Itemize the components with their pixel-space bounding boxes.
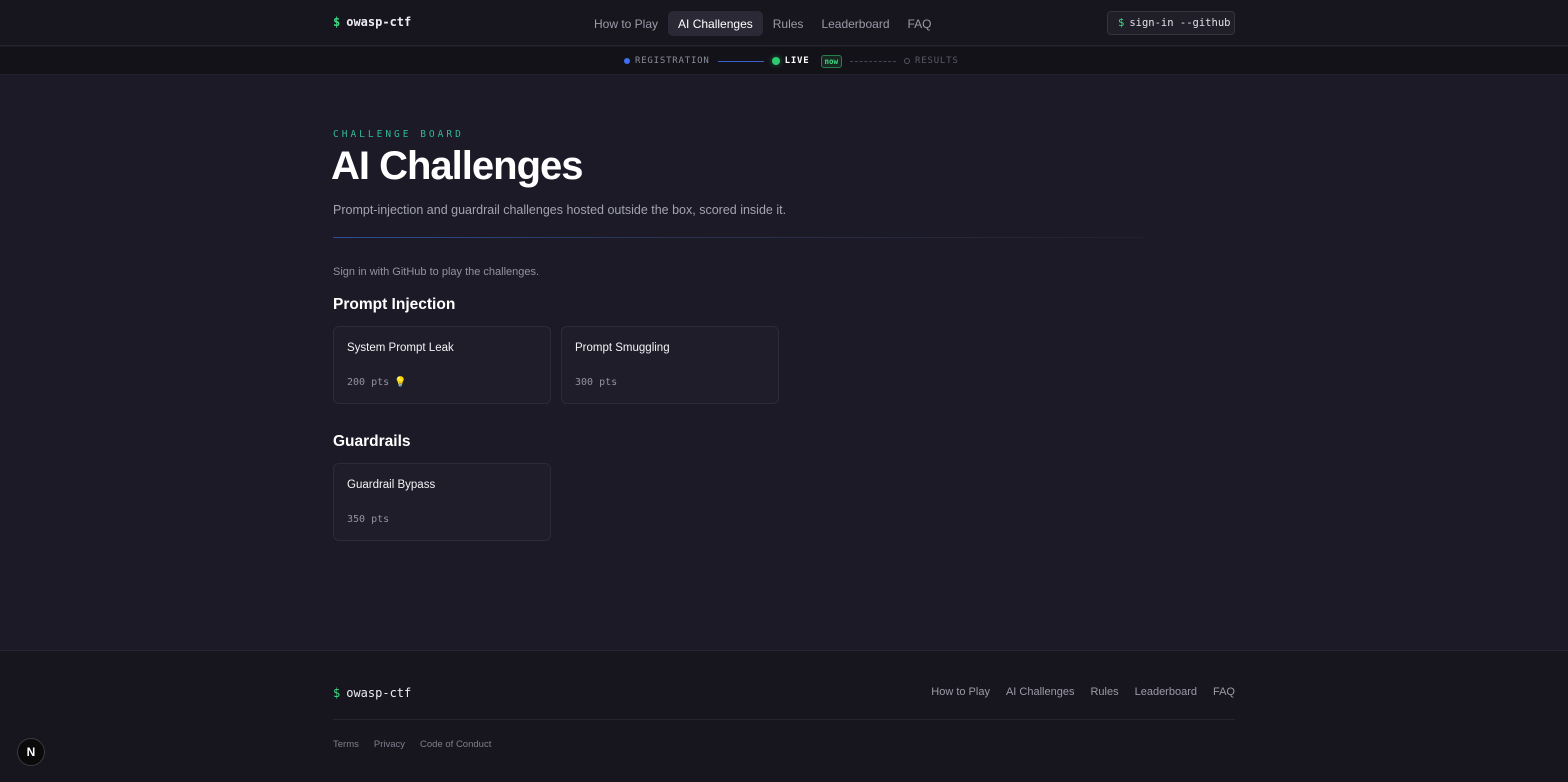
phase-live-label: LIVE xyxy=(784,56,810,66)
challenge-points: 200 pts 💡 xyxy=(347,377,407,388)
phase-live: LIVE now xyxy=(771,54,843,68)
challenge-card-prompt-smuggling[interactable]: Prompt Smuggling 300 pts xyxy=(561,326,779,404)
phase-results: RESULTS xyxy=(904,56,959,66)
signin-prompt-symbol: $ xyxy=(1118,17,1125,29)
phase-registration: REGISTRATION xyxy=(624,56,710,66)
main-nav: How to Play AI Challenges Rules Leaderbo… xyxy=(586,11,940,36)
challenge-title: System Prompt Leak xyxy=(347,342,454,354)
nav-ai-challenges[interactable]: AI Challenges xyxy=(668,11,763,36)
phase-bar: REGISTRATION LIVE now RESULTS xyxy=(0,47,1568,75)
brand-logo[interactable]: $ owasp-ctf xyxy=(333,15,411,29)
signin-label: sign-in --github xyxy=(1129,17,1231,29)
lightbulb-icon: 💡 xyxy=(394,377,407,388)
footer-link-leaderboard[interactable]: Leaderboard xyxy=(1135,686,1197,698)
challenge-points: 300 pts xyxy=(575,377,617,388)
results-dot-icon xyxy=(904,58,911,64)
footer-link-how-to-play[interactable]: How to Play xyxy=(931,686,990,698)
phase-connector-completed xyxy=(717,60,764,62)
registration-dot-icon xyxy=(624,58,630,64)
signin-note: Sign in with GitHub to play the challeng… xyxy=(333,266,540,278)
section-title-prompt-injection: Prompt Injection xyxy=(333,296,456,313)
hero-divider xyxy=(333,237,1143,238)
now-badge: now xyxy=(820,54,843,68)
brand-name: owasp-ctf xyxy=(346,15,412,29)
phase-registration-label: REGISTRATION xyxy=(635,56,710,66)
challenge-card-guardrail-bypass[interactable]: Guardrail Bypass 350 pts xyxy=(333,463,551,541)
nav-leaderboard[interactable]: Leaderboard xyxy=(813,11,897,36)
nav-faq[interactable]: FAQ xyxy=(900,11,940,36)
page-subtitle: Prompt-injection and guardrail challenge… xyxy=(333,203,787,217)
footer-link-terms[interactable]: Terms xyxy=(333,739,359,750)
points-value: 300 pts xyxy=(575,377,618,388)
challenge-points: 350 pts xyxy=(347,514,389,525)
page-title: AI Challenges xyxy=(331,144,584,188)
footer-brand[interactable]: $ owasp-ctf xyxy=(333,686,411,700)
nav-how-to-play[interactable]: How to Play xyxy=(586,11,666,36)
points-value: 350 pts xyxy=(347,514,390,525)
footer-link-ai-challenges[interactable]: AI Challenges xyxy=(1006,686,1075,698)
phase-results-label: RESULTS xyxy=(915,56,959,66)
footer-link-faq[interactable]: FAQ xyxy=(1213,686,1235,698)
challenge-card-system-prompt-leak[interactable]: System Prompt Leak 200 pts 💡 xyxy=(333,326,551,404)
live-dot-icon xyxy=(771,57,780,65)
footer-link-code-of-conduct[interactable]: Code of Conduct xyxy=(420,739,491,750)
footer-nav: How to Play AI Challenges Rules Leaderbo… xyxy=(931,686,1235,698)
footer-link-privacy[interactable]: Privacy xyxy=(374,739,405,750)
legal-links: Terms Privacy Code of Conduct xyxy=(333,739,491,750)
footer-link-rules[interactable]: Rules xyxy=(1090,686,1118,698)
challenge-title: Guardrail Bypass xyxy=(347,479,436,491)
site-footer: $ owasp-ctf How to Play AI Challenges Ru… xyxy=(0,650,1568,782)
nav-rules[interactable]: Rules xyxy=(765,11,812,36)
top-nav: $ owasp-ctf How to Play AI Challenges Ru… xyxy=(0,0,1568,46)
brand-prompt-symbol: $ xyxy=(333,15,341,29)
footer-brand-name: owasp-ctf xyxy=(346,686,412,700)
footer-prompt-symbol: $ xyxy=(333,686,341,700)
page-eyebrow: CHALLENGE BOARD xyxy=(333,129,464,140)
section-title-guardrails: Guardrails xyxy=(333,433,411,450)
phase-connector-pending xyxy=(850,60,897,62)
phase-timeline: REGISTRATION LIVE now RESULTS xyxy=(624,54,959,68)
footer-divider xyxy=(333,719,1235,720)
challenge-title: Prompt Smuggling xyxy=(575,342,670,354)
dev-tools-badge[interactable]: N xyxy=(17,738,45,766)
points-value: 200 pts xyxy=(347,377,390,388)
github-signin-button[interactable]: $ sign-in --github xyxy=(1107,11,1235,35)
